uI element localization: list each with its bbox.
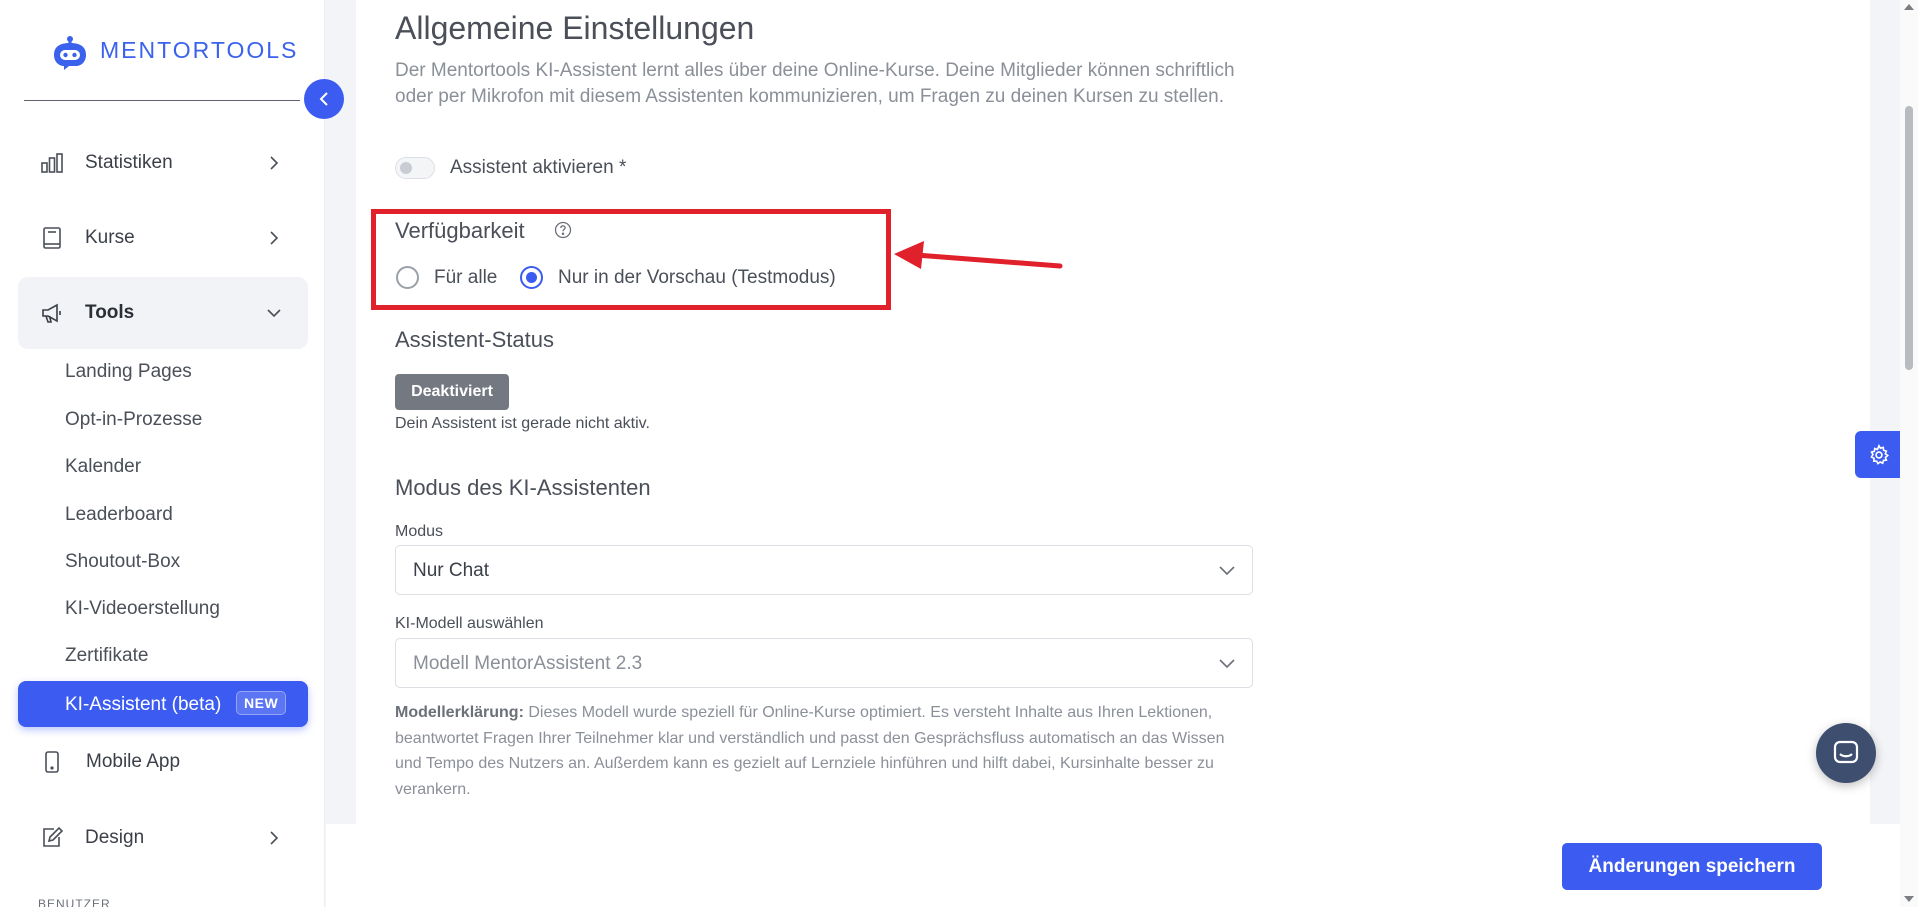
page-title: Allgemeine Einstellungen (395, 10, 755, 46)
chevron-down-icon (1219, 659, 1235, 669)
save-changes-button[interactable]: Änderungen speichern (1562, 843, 1822, 890)
brand-logo[interactable]: MENTORTOOLS (50, 28, 298, 72)
sidebar: MENTORTOOLS Statistiken Kurse Tools Land… (0, 0, 325, 907)
sidebar-subitem-landing-pages[interactable]: Landing Pages (65, 361, 192, 383)
scroll-up-icon[interactable] (1904, 4, 1914, 10)
scroll-down-icon[interactable] (1904, 896, 1914, 902)
megaphone-icon (40, 301, 64, 325)
collapse-sidebar-button[interactable] (304, 79, 344, 119)
chevron-right-icon (266, 830, 282, 846)
sidebar-item-label: Design (85, 827, 145, 848)
chat-launcher-button[interactable] (1816, 723, 1876, 783)
activate-assistant-label: Assistent aktivieren * (450, 157, 627, 178)
sidebar-item-mobile-app[interactable]: Mobile App (18, 727, 308, 797)
mode-field-label: Modus (395, 523, 444, 540)
page-scrollbar[interactable] (1900, 0, 1918, 907)
sidebar-item-label: Kurse (85, 227, 135, 248)
model-select-value: Modell MentorAssistent 2.3 (413, 653, 643, 674)
sidebar-subitem-kalender[interactable]: Kalender (65, 456, 141, 478)
chevron-right-icon (266, 155, 282, 171)
sidebar-section-benutzer: BENUTZER (38, 897, 111, 907)
chat-icon (1833, 740, 1859, 764)
sidebar-item-kurse[interactable]: Kurse (18, 202, 308, 274)
chevron-right-icon (266, 230, 282, 246)
smartphone-icon (40, 750, 64, 774)
book-icon (40, 226, 64, 250)
chevron-left-icon (319, 92, 328, 106)
bar-chart-icon (40, 151, 64, 175)
sidebar-subitem-shoutout-box[interactable]: Shoutout-Box (65, 551, 180, 573)
sidebar-subitem-zertifikate[interactable]: Zertifikate (65, 645, 148, 667)
sidebar-item-statistiken[interactable]: Statistiken (18, 127, 308, 199)
settings-tab[interactable] (1855, 431, 1902, 478)
sidebar-item-label: Statistiken (85, 152, 173, 173)
gear-icon (1869, 443, 1889, 465)
sidebar-item-label: Tools (85, 302, 135, 323)
radio-nur-vorschau-label[interactable]: Nur in der Vorschau (Testmodus) (558, 267, 836, 289)
chevron-down-icon (266, 305, 282, 321)
chevron-down-icon (1219, 566, 1235, 576)
model-select[interactable]: Modell MentorAssistent 2.3 (395, 638, 1253, 688)
status-badge: Deaktiviert (395, 374, 509, 410)
sidebar-item-label: Mobile App (86, 751, 181, 772)
assistant-status-title: Assistent-Status (395, 327, 554, 352)
sidebar-subitem-opt-in-prozesse[interactable]: Opt-in-Prozesse (65, 409, 202, 431)
pencil-icon (40, 826, 64, 850)
mode-section-title: Modus des KI-Assistenten (395, 475, 651, 500)
sidebar-divider (24, 100, 300, 101)
sidebar-subitem-ki-assistent[interactable]: KI-Assistent (beta) NEW (18, 681, 308, 727)
annotation-arrow-icon (894, 241, 1063, 269)
robot-logo-icon (54, 36, 86, 70)
radio-fuer-alle[interactable] (396, 266, 419, 289)
model-explanation: Modellerklärung: Dieses Modell wurde spe… (395, 700, 1255, 802)
sidebar-item-design[interactable]: Design (18, 802, 308, 874)
sidebar-item-tools[interactable]: Tools (18, 277, 308, 349)
status-text: Dein Assistent ist gerade nicht aktiv. (395, 415, 650, 432)
mode-select[interactable]: Nur Chat (395, 545, 1253, 595)
mode-select-value: Nur Chat (413, 560, 490, 581)
model-explanation-label: Modellerklärung: (395, 704, 524, 721)
help-icon[interactable] (554, 221, 572, 239)
model-field-label: KI-Modell auswählen (395, 615, 544, 632)
sidebar-subitem-leaderboard[interactable]: Leaderboard (65, 504, 173, 526)
activate-assistant-toggle[interactable] (395, 157, 435, 179)
radio-nur-vorschau[interactable] (520, 266, 543, 289)
page-description: Der Mentortools KI-Assistent lernt alles… (395, 60, 1235, 107)
sidebar-subitem-ki-videoerstellung[interactable]: KI-Videoerstellung (65, 598, 220, 620)
new-badge: NEW (236, 691, 287, 715)
radio-fuer-alle-label[interactable]: Für alle (434, 267, 497, 289)
toggle-knob (400, 162, 412, 174)
availability-title: Verfügbarkeit (395, 218, 525, 243)
scroll-thumb[interactable] (1905, 106, 1913, 370)
brand-name: MENTORTOOLS (100, 36, 299, 63)
sidebar-subitem-label: KI-Assistent (beta) (65, 694, 222, 715)
